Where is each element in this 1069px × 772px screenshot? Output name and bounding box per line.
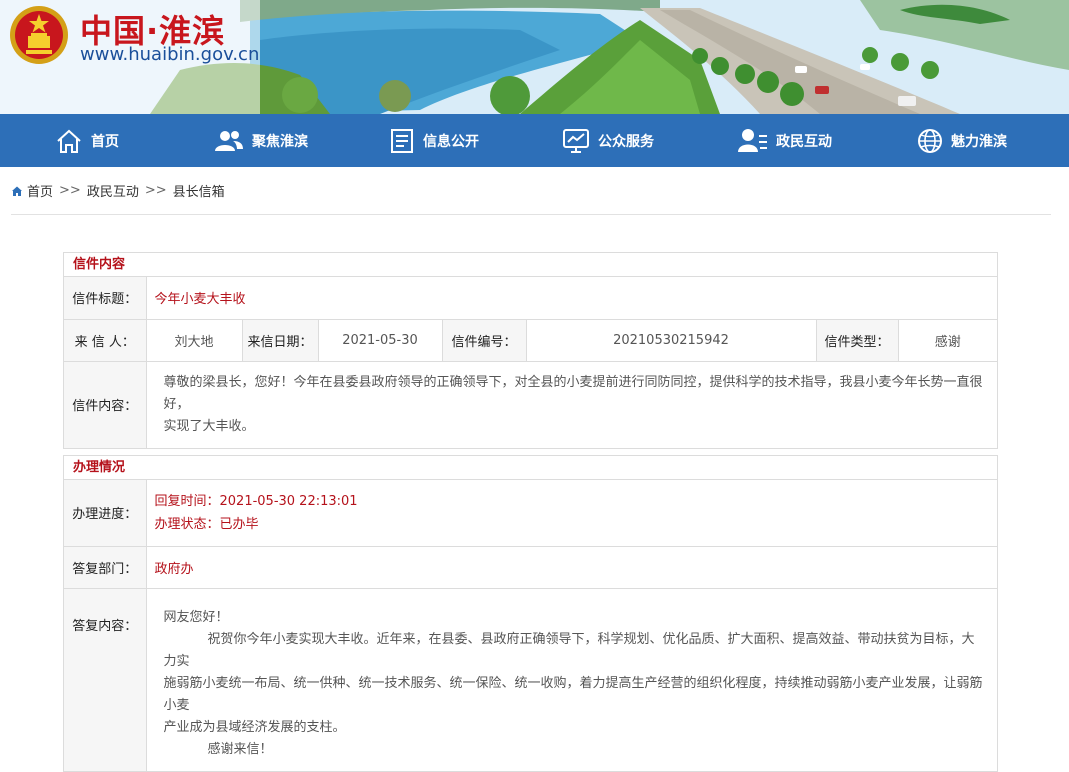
main-nav: 首页 聚焦淮滨 信息公开 公众服务 政民互动 魅力淮滨 (0, 114, 1069, 167)
home-icon (57, 129, 81, 153)
date-label: 来信日期： (241, 318, 318, 361)
document-icon (391, 128, 413, 153)
site-url: www.huaibin.gov.cn (80, 44, 260, 65)
dept-label: 答复部门： (64, 545, 146, 588)
meta-row: 来 信 人： 刘大地 来信日期： 2021-05-30 信件编号： 202105… (64, 318, 998, 361)
dept-value: 政府办 (145, 545, 997, 588)
reply-time: 回复时间：2021-05-30 22:13:01 (154, 493, 358, 509)
nav-label: 信息公开 (423, 133, 479, 150)
sender-value: 刘大地 (145, 318, 242, 361)
monitor-chart-icon (563, 128, 589, 153)
progress-row: 办理进度： 回复时间：2021-05-30 22:13:01 办理状态：已办毕 (64, 480, 997, 546)
nav-label: 魅力淮滨 (951, 133, 1007, 150)
handling-section-title: 办理情况 (64, 456, 997, 480)
sender-label: 来 信 人： (64, 318, 146, 361)
nav-label: 政民互动 (776, 133, 832, 150)
globe-icon (918, 128, 942, 153)
reply-closing: 感谢来信！ (207, 741, 273, 757)
content-label: 信件内容： (64, 360, 146, 448)
reply-row: 答复内容： 网友您好！ 祝贺你今年小麦实现大丰收。近年来，在县委、县政府正确领导… (64, 587, 997, 771)
letter-panel: 信件内容 信件标题： 今年小麦大丰收 来 信 人： 刘大地 来信日期： 2021… (63, 252, 998, 449)
letter-content: 尊敬的梁县长，您好！今年在县委县政府领导的正确领导下，对全县的小麦提前进行同防同… (145, 360, 998, 448)
reply-paragraph: 祝贺你今年小麦实现大丰收。近年来，在县委、县政府正确领导下，科学规划、优化品质、… (163, 631, 975, 669)
progress-value: 回复时间：2021-05-30 22:13:01 办理状态：已办毕 (145, 480, 997, 546)
nav-item-charm[interactable]: 魅力淮滨 (872, 114, 1052, 167)
nav-item-interaction[interactable]: 政民互动 (698, 114, 872, 167)
user-list-icon (738, 128, 767, 152)
users-icon (215, 130, 243, 151)
type-label: 信件类型： (815, 318, 898, 361)
breadcrumb-interaction-link[interactable]: 政民互动 (87, 181, 139, 200)
national-emblem-icon (10, 6, 68, 64)
letter-subject: 今年小麦大丰收 (145, 277, 998, 319)
reply-paragraph: 施弱筋小麦统一布局、统一供种、统一技术服务、统一保险、统一收购，着力提高生产经营… (163, 675, 983, 713)
nav-item-focus[interactable]: 聚焦淮滨 (172, 114, 350, 167)
subject-row: 信件标题： 今年小麦大丰收 (64, 277, 998, 319)
reply-label: 答复内容： (64, 587, 146, 771)
nav-label: 公众服务 (598, 133, 654, 150)
reply-paragraph: 产业成为县域经济发展的支柱。 (163, 719, 346, 735)
site-banner: 中国·淮滨 www.huaibin.gov.cn (0, 0, 1069, 114)
reply-greeting: 网友您好！ (163, 609, 229, 625)
subject-label: 信件标题： (64, 277, 146, 319)
breadcrumb-separator: >> (144, 183, 167, 198)
breadcrumb: 首页 >> 政民互动 >> 县长信箱 (11, 167, 1051, 215)
home-icon (12, 186, 22, 196)
dept-row: 答复部门： 政府办 (64, 545, 997, 588)
reply-content: 网友您好！ 祝贺你今年小麦实现大丰收。近年来，在县委、县政府正确领导下，科学规划… (145, 587, 997, 771)
nav-item-home[interactable]: 首页 (0, 114, 172, 167)
content-row: 信件内容： 尊敬的梁县长，您好！今年在县委县政府领导的正确领导下，对全县的小麦提… (64, 360, 998, 448)
number-value: 20210530215942 (525, 318, 816, 361)
type-value: 感谢 (897, 318, 998, 361)
nav-label: 聚焦淮滨 (252, 133, 308, 150)
letter-table: 信件标题： 今年小麦大丰收 来 信 人： 刘大地 来信日期： 2021-05-3… (64, 277, 998, 448)
progress-label: 办理进度： (64, 480, 146, 546)
handling-table: 办理进度： 回复时间：2021-05-30 22:13:01 办理状态：已办毕 … (64, 480, 997, 771)
letter-content-line: 尊敬的梁县长，您好！今年在县委县政府领导的正确领导下，对全县的小麦提前进行同防同… (163, 374, 983, 412)
number-label: 信件编号： (441, 318, 526, 361)
handling-panel: 办理情况 办理进度： 回复时间：2021-05-30 22:13:01 办理状态… (63, 455, 998, 772)
breadcrumb-home-link[interactable]: 首页 (27, 181, 53, 200)
nav-item-info[interactable]: 信息公开 (350, 114, 518, 167)
letter-content-line: 实现了大丰收。 (163, 418, 255, 434)
nav-item-service[interactable]: 公众服务 (518, 114, 698, 167)
date-value: 2021-05-30 (317, 318, 442, 361)
letter-section-title: 信件内容 (64, 253, 997, 277)
nav-label: 首页 (91, 133, 119, 150)
breadcrumb-current[interactable]: 县长信箱 (173, 181, 225, 200)
handling-status: 办理状态：已办毕 (154, 516, 259, 532)
breadcrumb-separator: >> (59, 183, 81, 198)
